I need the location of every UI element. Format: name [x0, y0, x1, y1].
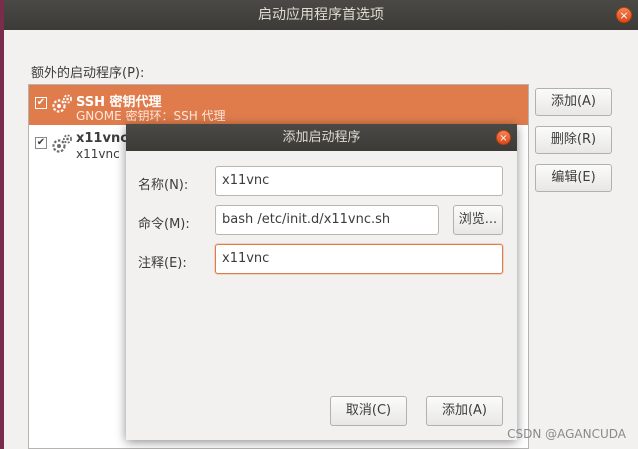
comment-field[interactable]: x11vnc — [215, 244, 503, 274]
dialog-titlebar: 添加启动程序 × — [126, 124, 517, 151]
close-icon[interactable]: × — [616, 7, 632, 23]
command-field[interactable]: bash /etc/init.d/x11vnc.sh — [215, 205, 439, 235]
confirm-add-button[interactable]: 添加(A) — [426, 396, 503, 426]
delete-button[interactable]: 删除(R) — [535, 126, 612, 154]
list-item[interactable]: ✔ SSH 密钥代理 GNOME 密钥环：SSH 代理 — [29, 85, 528, 125]
command-label: 命令(M): — [138, 217, 190, 232]
edit-button[interactable]: 编辑(E) — [535, 164, 612, 192]
close-icon[interactable]: × — [496, 130, 511, 145]
add-button[interactable]: 添加(A) — [535, 88, 612, 116]
name-label: 名称(N): — [138, 178, 189, 193]
item-name: x11vnc — [76, 131, 128, 146]
item-description: GNOME 密钥环：SSH 代理 — [76, 109, 226, 123]
watermark: CSDN @AGANCUDA — [507, 427, 626, 441]
dialog-title: 添加启动程序 — [282, 130, 361, 145]
checkbox[interactable]: ✔ — [35, 137, 47, 149]
item-description: x11vnc — [76, 147, 120, 161]
add-startup-program-dialog: 添加启动程序 × 名称(N): x11vnc 命令(M): bash /etc/… — [126, 124, 517, 440]
browse-button[interactable]: 浏览... — [453, 205, 503, 235]
name-field[interactable]: x11vnc — [215, 166, 503, 196]
checkbox[interactable]: ✔ — [35, 97, 47, 109]
comment-label: 注释(E): — [138, 256, 187, 271]
cancel-button[interactable]: 取消(C) — [330, 396, 407, 426]
window-titlebar: 启动应用程序首选项 × — [4, 0, 638, 30]
list-label: 额外的启动程序(P): — [31, 66, 145, 81]
gears-icon — [52, 134, 72, 153]
window-title: 启动应用程序首选项 — [258, 7, 384, 23]
gears-icon — [52, 94, 72, 113]
